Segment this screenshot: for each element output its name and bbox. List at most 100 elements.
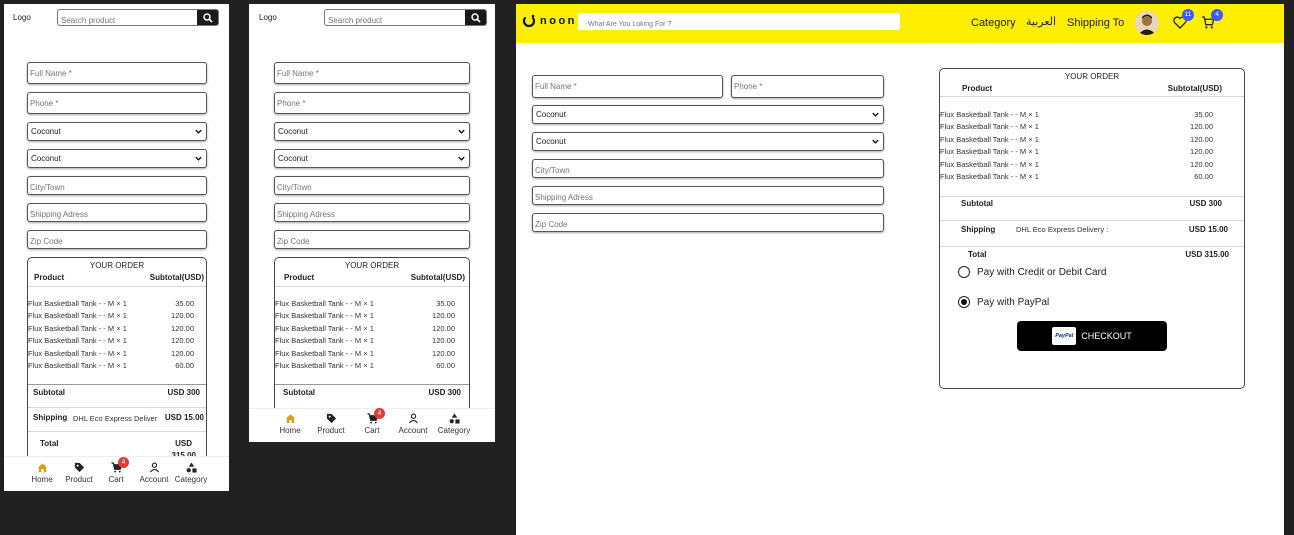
zip-input[interactable] <box>275 233 469 250</box>
phone-field[interactable] <box>27 92 207 114</box>
nav-home-label: Home <box>31 475 53 484</box>
address-input[interactable] <box>533 189 883 206</box>
phone-field[interactable] <box>731 75 884 98</box>
phone-input[interactable] <box>28 93 206 114</box>
nav-account-label: Account <box>398 426 428 435</box>
nav-account[interactable]: Account <box>393 413 433 435</box>
order-item: Flux Basketball Tank - - M × 1 <box>275 299 374 308</box>
country-select[interactable]: Coconut <box>27 122 207 141</box>
country-select[interactable]: Coconut <box>532 105 884 124</box>
cart-badge: 4 <box>1211 9 1223 21</box>
zip-field[interactable] <box>532 213 884 233</box>
order-item: Flux Basketball Tank - - M × 1 <box>28 299 127 308</box>
nav-product[interactable]: Product <box>59 462 99 484</box>
region-select[interactable]: Coconut <box>27 149 207 168</box>
search-button[interactable] <box>465 10 486 25</box>
desktop-search-input[interactable] <box>578 16 900 33</box>
order-item: Flux Basketball Tank - - M × 1 <box>940 135 1039 144</box>
avatar[interactable] <box>1135 11 1159 35</box>
pay-paypal-option[interactable]: Pay with PayPal <box>958 296 1049 308</box>
order-item: Flux Basketball Tank - - M × 1 <box>28 311 127 320</box>
zip-field[interactable] <box>274 230 470 250</box>
logo[interactable]: Logo <box>259 13 277 22</box>
phone-input[interactable] <box>732 76 883 97</box>
logo[interactable]: Logo <box>13 13 31 22</box>
language-switch[interactable]: العربية <box>1026 15 1056 28</box>
chevron-down-icon <box>195 156 202 161</box>
search-input[interactable] <box>58 13 197 25</box>
city-field[interactable] <box>532 159 884 179</box>
subtotal-column-header: Subtotal(USD) <box>149 273 204 282</box>
full-name-input[interactable] <box>275 63 469 84</box>
search-icon <box>202 12 213 23</box>
checkout-button[interactable]: PayPal CHECKOUT <box>1017 321 1167 351</box>
order-item-price: 120.00 <box>1190 160 1213 169</box>
divider <box>28 407 206 408</box>
radio-button[interactable] <box>958 266 970 278</box>
tag-icon <box>74 462 84 473</box>
shipping-to-link[interactable]: Shipping To <box>1067 17 1124 29</box>
noon-logo-icon <box>522 14 536 28</box>
region-select[interactable]: Coconut <box>274 149 470 168</box>
order-item-price: 120.00 <box>171 311 194 320</box>
chevron-down-icon <box>458 129 465 134</box>
order-item: Flux Basketball Tank - - M × 1 <box>28 336 127 345</box>
phone-input[interactable] <box>275 93 469 114</box>
city-field[interactable] <box>27 176 207 196</box>
pay-card-option[interactable]: Pay with Credit or Debit Card <box>958 266 1107 278</box>
order-item-price: 60.00 <box>436 361 455 370</box>
nav-product-label: Product <box>317 426 345 435</box>
country-select[interactable]: Coconut <box>274 122 470 141</box>
shipping-method: DHL Eco Express Delivery : <box>1016 225 1109 234</box>
region-select[interactable]: Coconut <box>532 132 884 151</box>
nav-product[interactable]: Product <box>311 413 351 435</box>
radio-button-selected[interactable] <box>958 296 970 308</box>
city-field[interactable] <box>274 176 470 196</box>
address-field[interactable] <box>274 203 470 223</box>
order-item-price: 120.00 <box>171 324 194 333</box>
full-name-input[interactable] <box>533 76 722 97</box>
search-input[interactable] <box>325 13 465 25</box>
divider <box>275 286 469 287</box>
search-box <box>324 9 487 26</box>
product-column-header: Product <box>284 273 315 282</box>
order-title: YOUR ORDER <box>89 261 145 270</box>
nav-home[interactable]: Home <box>22 462 62 484</box>
full-name-field[interactable] <box>274 62 470 84</box>
zip-input[interactable] <box>533 216 883 233</box>
chevron-down-icon <box>458 156 465 161</box>
nav-category-link[interactable]: Category <box>971 17 1016 29</box>
country-select-value: Coconut <box>31 127 61 136</box>
full-name-input[interactable] <box>28 63 206 84</box>
nav-home[interactable]: Home <box>270 413 310 435</box>
phone-field[interactable] <box>274 92 470 114</box>
zip-field[interactable] <box>27 230 207 250</box>
nav-category-label: Category <box>437 426 471 435</box>
nav-category[interactable]: Category <box>171 462 211 484</box>
order-item-price: 120.00 <box>1190 135 1213 144</box>
address-field[interactable] <box>27 203 207 223</box>
nav-category[interactable]: Category <box>434 413 474 435</box>
order-title: YOUR ORDER <box>1064 72 1120 81</box>
city-input[interactable] <box>275 179 469 196</box>
product-column-header: Product <box>962 84 993 93</box>
nav-account[interactable]: Account <box>134 462 174 484</box>
search-button[interactable] <box>197 10 218 25</box>
address-input[interactable] <box>28 206 206 223</box>
city-input[interactable] <box>533 162 883 179</box>
nav-cart[interactable]: 4 Cart <box>352 408 392 435</box>
subtotal-value: USD 300 <box>428 388 461 397</box>
address-input[interactable] <box>275 206 469 223</box>
order-item: Flux Basketball Tank - - M × 1 <box>940 147 1039 156</box>
zip-input[interactable] <box>28 233 206 250</box>
order-item: Flux Basketball Tank - - M × 1 <box>275 311 374 320</box>
full-name-field[interactable] <box>532 75 723 98</box>
city-input[interactable] <box>28 179 206 196</box>
brand-logo[interactable]: noon <box>522 14 577 28</box>
nav-cart[interactable]: 4 Cart <box>96 457 136 484</box>
desktop-header: noon Category العربية Shipping To 11 4 <box>516 4 1284 43</box>
address-field[interactable] <box>532 186 884 206</box>
order-item: Flux Basketball Tank - - M × 1 <box>275 349 374 358</box>
order-item-price: 35.00 <box>175 299 194 308</box>
full-name-field[interactable] <box>27 62 207 84</box>
